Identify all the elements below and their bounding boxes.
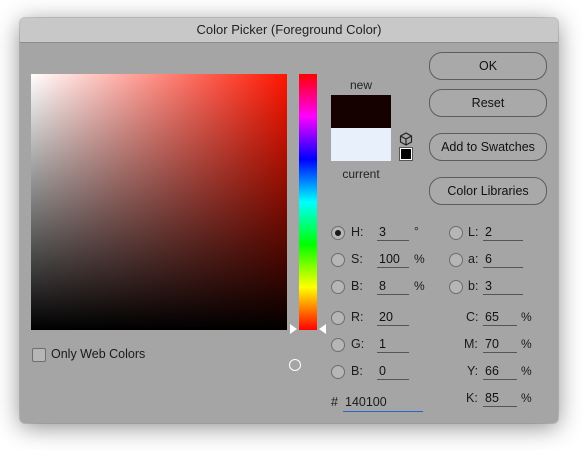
new-color-swatch (331, 95, 391, 128)
field-l[interactable]: 2 (483, 224, 523, 241)
label-c: C: (466, 310, 479, 324)
field-h[interactable]: 3 (377, 224, 409, 241)
field-y[interactable]: 66 (483, 363, 517, 380)
radio-l[interactable] (449, 226, 463, 240)
hue-slider[interactable] (299, 74, 317, 330)
color-libraries-button[interactable]: Color Libraries (429, 177, 547, 205)
color-picker-dialog: Color Picker (Foreground Color) new curr… (20, 18, 558, 423)
radio-s[interactable] (331, 253, 345, 267)
label-a: a: (468, 252, 479, 266)
radio-r[interactable] (331, 311, 345, 325)
radio-lab-b[interactable] (449, 280, 463, 294)
radio-brightness[interactable] (331, 280, 345, 294)
radio-h[interactable] (331, 226, 345, 240)
cube-icon[interactable] (399, 132, 413, 146)
field-a[interactable]: 6 (483, 251, 523, 268)
label-r: R: (351, 310, 364, 324)
new-label: new (349, 78, 372, 92)
label-k: K: (466, 391, 478, 405)
current-color-swatch[interactable] (331, 128, 391, 161)
add-to-swatches-button[interactable]: Add to Swatches (429, 133, 547, 161)
only-web-colors-checkbox[interactable] (32, 348, 46, 362)
label-l: L: (468, 225, 479, 239)
unit-c: % (521, 310, 532, 324)
label-brightness: B: (351, 279, 363, 293)
hex-label: # (331, 395, 338, 409)
only-web-colors-label: Only Web Colors (51, 347, 146, 361)
saturation-brightness-field[interactable] (31, 74, 301, 371)
field-r[interactable]: 20 (377, 309, 409, 326)
field-brightness[interactable]: 8 (377, 278, 409, 295)
unit-degree: ° (414, 224, 419, 238)
reset-button[interactable]: Reset (429, 89, 547, 117)
gamut-warning-icon[interactable] (399, 147, 413, 161)
unit-s: % (414, 252, 425, 266)
field-cursor[interactable] (289, 359, 301, 371)
field-blue[interactable]: 0 (377, 363, 409, 380)
label-y: Y: (467, 364, 479, 378)
field-m[interactable]: 70 (483, 336, 517, 353)
label-h: H: (351, 225, 364, 239)
unit-brightness: % (414, 279, 425, 293)
label-g: G: (351, 337, 365, 351)
label-blue: B: (351, 364, 363, 378)
label-m: M: (464, 337, 478, 351)
current-label: current (342, 167, 380, 181)
radio-g[interactable] (331, 338, 345, 352)
radio-a[interactable] (449, 253, 463, 267)
field-g[interactable]: 1 (377, 336, 409, 353)
field-s[interactable]: 100 (377, 251, 409, 268)
hue-slider-left-arrow[interactable] (290, 324, 297, 334)
unit-k: % (521, 391, 532, 405)
field-k[interactable]: 85 (483, 390, 517, 407)
ok-button[interactable]: OK (429, 52, 547, 80)
hex-field[interactable]: 140100 (343, 393, 423, 412)
unit-y: % (521, 364, 532, 378)
label-lab-b: b: (468, 279, 479, 293)
hue-slider-right-arrow[interactable] (319, 324, 326, 334)
field-lab-b[interactable]: 3 (483, 278, 523, 295)
window-title: Color Picker (Foreground Color) (20, 18, 558, 43)
field-c[interactable]: 65 (483, 309, 517, 326)
unit-m: % (521, 337, 532, 351)
label-s: S: (351, 252, 363, 266)
radio-blue[interactable] (331, 365, 345, 379)
